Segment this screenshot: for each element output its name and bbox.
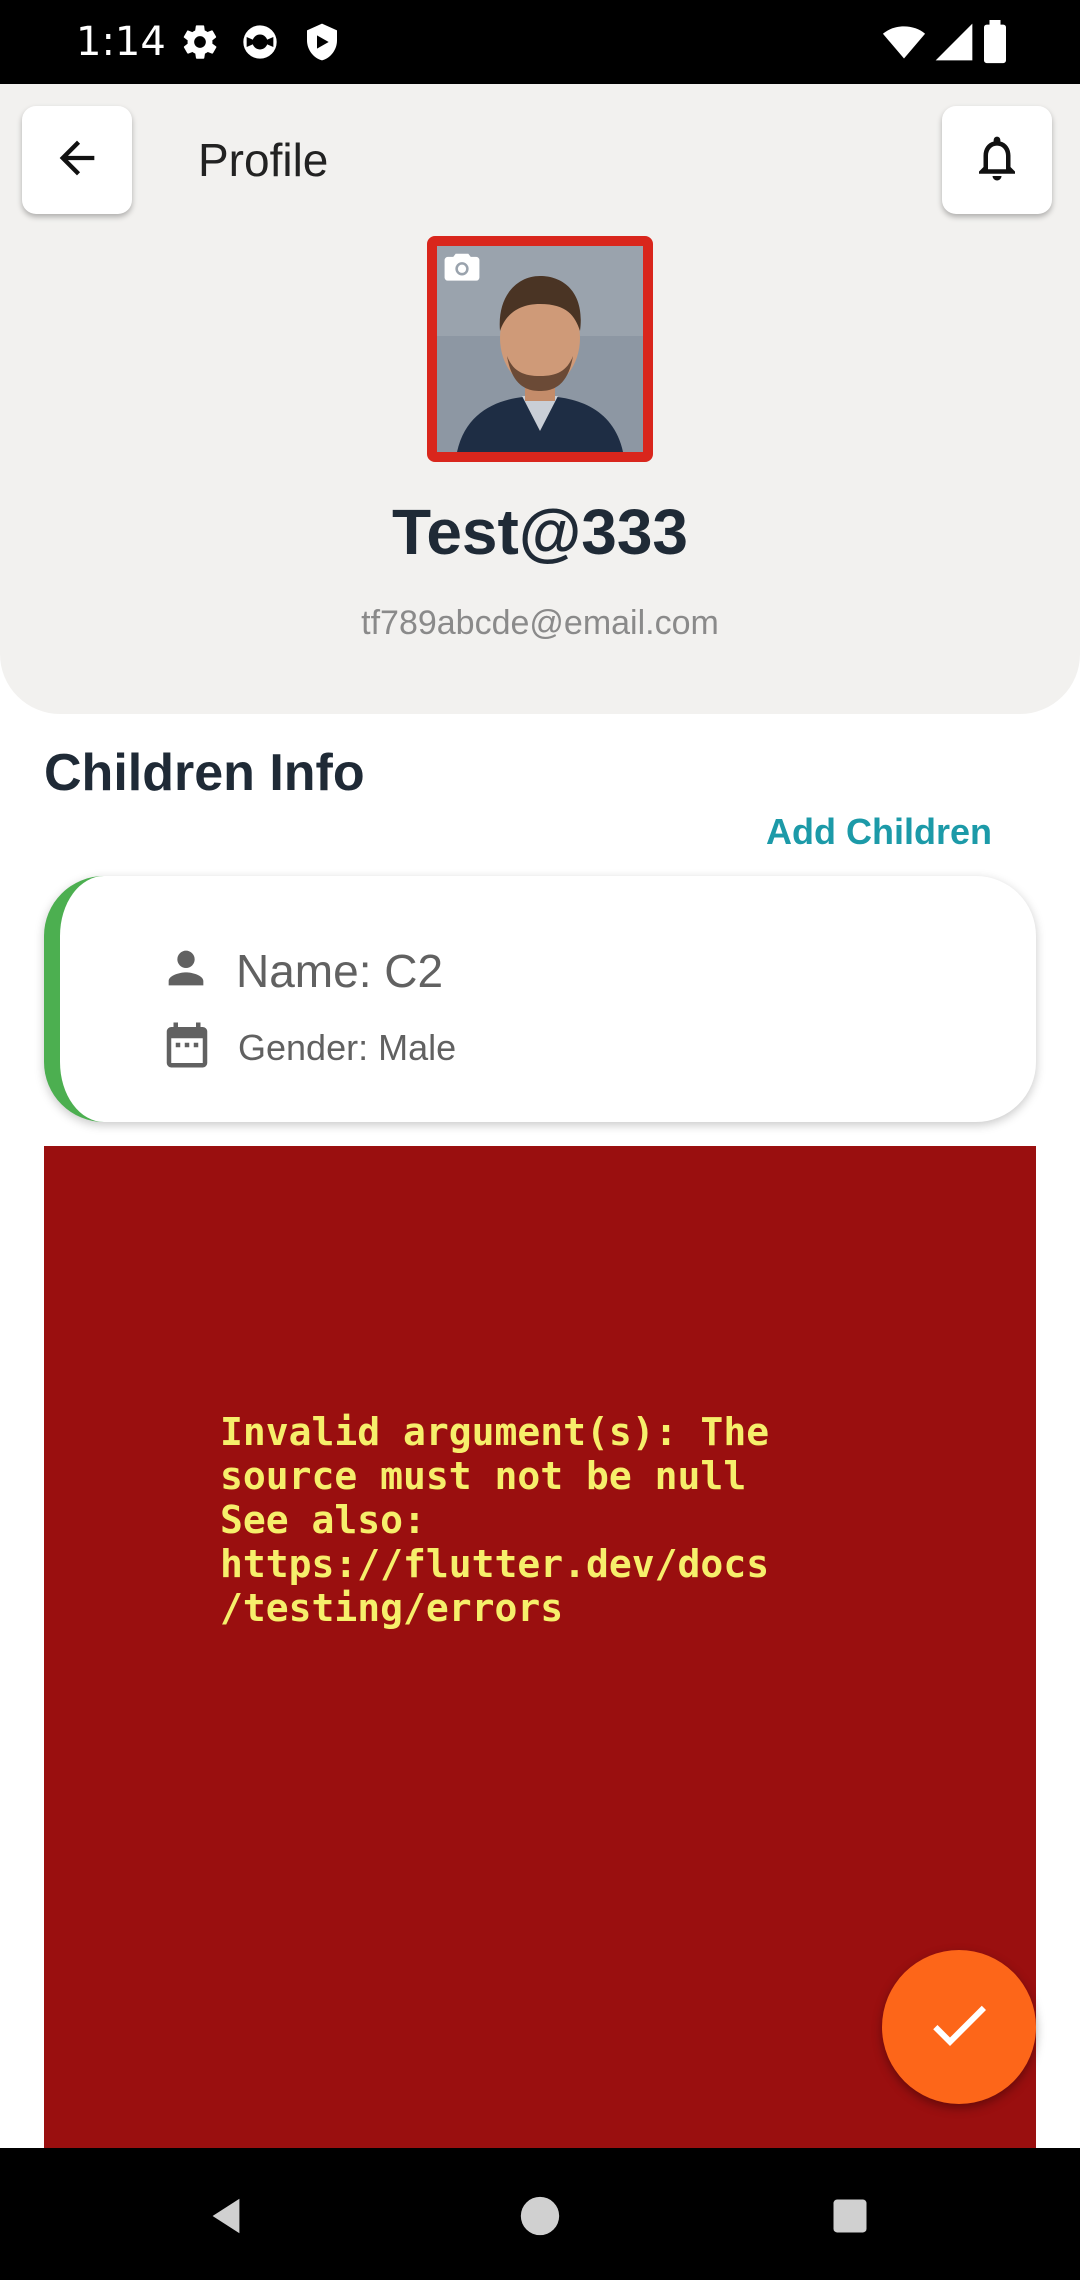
battery-icon (980, 20, 1010, 64)
child-gender: Gender: Male (238, 1026, 457, 1068)
check-icon (923, 1989, 995, 2066)
arrow-left-icon (51, 132, 103, 189)
app-bar: Profile (0, 84, 1080, 236)
back-button[interactable] (22, 106, 132, 214)
children-section-title: Children Info (44, 744, 365, 802)
add-children-button[interactable]: Add Children (766, 810, 992, 854)
error-message: Invalid argument(s): The source must not… (220, 1410, 770, 1630)
bell-icon (970, 131, 1024, 190)
wifi-icon (882, 20, 926, 64)
sync-icon (240, 22, 280, 62)
nav-home-button[interactable] (510, 2188, 570, 2248)
child-gender-row: Gender: Male (160, 1018, 456, 1077)
notifications-button[interactable] (942, 106, 1052, 214)
status-bar: 1:14 (0, 0, 1080, 84)
confirm-fab[interactable] (882, 1950, 1036, 2104)
camera-icon[interactable] (443, 252, 481, 289)
profile-header: Test@333 tf789abcde@email.com (0, 236, 1080, 714)
page-title: Profile (198, 134, 329, 186)
signal-icon (932, 20, 976, 64)
navigation-bar (0, 2148, 1080, 2280)
nav-recents-button[interactable] (820, 2188, 880, 2248)
home-circle-icon (517, 2193, 563, 2244)
child-card[interactable]: Name: C2 Gender: Male (44, 876, 1036, 1122)
nav-back-button[interactable] (196, 2188, 256, 2248)
profile-name: Test@333 (391, 496, 689, 568)
gear-icon (180, 22, 220, 62)
child-name: Name: C2 (236, 944, 444, 997)
avatar[interactable] (427, 236, 653, 462)
shield-icon (302, 22, 342, 62)
profile-email: tf789abcde@email.com (361, 604, 719, 642)
child-name-row: Name: C2 (160, 942, 443, 999)
back-triangle-icon (203, 2193, 249, 2244)
status-time: 1:14 (76, 19, 166, 65)
person-icon (160, 942, 212, 999)
recents-square-icon (828, 2194, 872, 2243)
calendar-icon (160, 1018, 214, 1077)
